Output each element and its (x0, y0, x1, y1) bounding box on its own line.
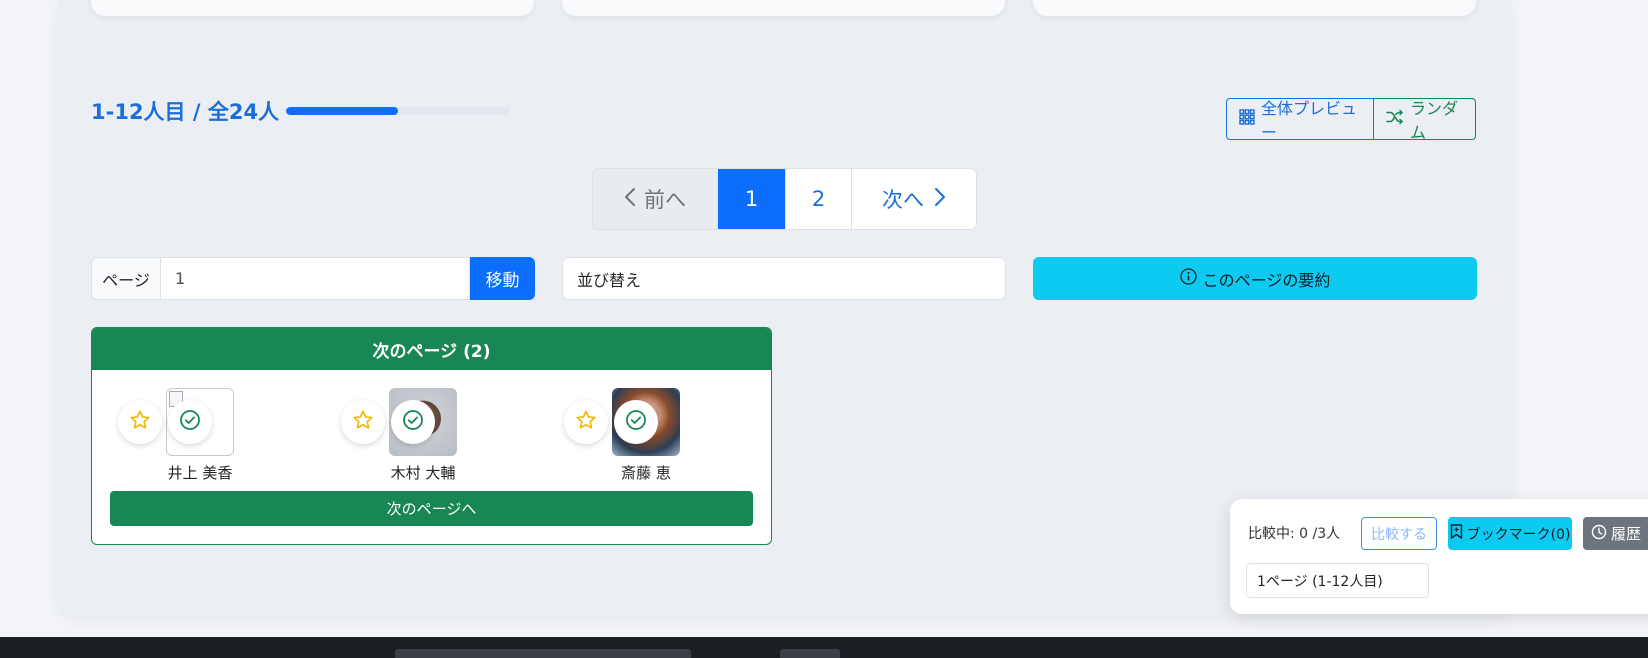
profile-card (562, 0, 1005, 16)
page-summary-label: このページの要約 (1202, 270, 1331, 290)
compare-panel: 比較中: 0 /3人 比較する ブックマーク(0) 履歴 1ページ (1-12人… (1230, 499, 1648, 614)
grid-icon (1239, 109, 1255, 129)
compare-status: 比較中: 0 /3人 (1248, 526, 1341, 542)
person-name: 井上 美香 (167, 464, 233, 482)
next-page-button[interactable]: 次のページへ (110, 491, 753, 526)
favorite-button[interactable] (118, 400, 162, 444)
next-page-card: 次のページ (2) 井上 美香 木村 大輔 斎藤 恵 次のページへ (91, 327, 772, 545)
page-jump-group: ページ 1 移動 (91, 257, 535, 300)
taskbar (0, 637, 1648, 658)
random-button[interactable]: ランダム (1374, 98, 1476, 142)
page-select[interactable]: 1ページ (1-12人目) (1246, 563, 1429, 598)
chevron-left-icon (624, 187, 636, 212)
profile-card (91, 0, 534, 16)
bookmark-icon (1450, 524, 1463, 543)
preview-all-button[interactable]: 全体プレビュー (1226, 98, 1374, 142)
page-progress-bar (286, 107, 510, 115)
profile-card (1033, 0, 1476, 16)
random-label: ランダム (1410, 99, 1459, 142)
history-button[interactable]: 履歴 (1583, 517, 1648, 550)
history-label: 履歴 (1611, 525, 1642, 543)
person-name: 斎藤 恵 (621, 464, 671, 482)
page-jump-input[interactable]: 1 (161, 257, 470, 300)
next-page-person[interactable]: 木村 大輔 (335, 388, 535, 488)
clock-icon (1591, 524, 1607, 544)
taskbar-item[interactable] (395, 649, 691, 658)
favorite-button[interactable] (341, 400, 385, 444)
star-icon (352, 409, 374, 435)
sort-select[interactable]: 並び替え (562, 257, 1006, 300)
star-icon (129, 409, 151, 435)
select-button[interactable] (168, 400, 212, 444)
pagination: 前へ 1 2 次へ (592, 168, 977, 230)
page-jump-button[interactable]: 移動 (470, 257, 535, 300)
star-icon (575, 409, 597, 435)
select-button[interactable] (614, 400, 658, 444)
page-jump-label: ページ (91, 257, 161, 300)
next-page-person[interactable]: 斎藤 恵 (558, 388, 758, 488)
info-icon (1180, 268, 1197, 289)
favorite-button[interactable] (564, 400, 608, 444)
range-indicator: 1-12人目 / 全24人 (91, 100, 280, 124)
compare-button[interactable]: 比較する (1361, 517, 1437, 550)
pagination-prev[interactable]: 前へ (593, 169, 717, 229)
pagination-next[interactable]: 次へ (851, 169, 976, 229)
pagination-next-label: 次へ (882, 188, 924, 212)
shuffle-icon (1386, 109, 1404, 129)
pagination-prev-label: 前へ (644, 188, 686, 212)
taskbar-item[interactable] (780, 649, 840, 658)
pagination-page-2[interactable]: 2 (785, 169, 851, 229)
person-name: 木村 大輔 (390, 464, 456, 482)
select-button[interactable] (391, 400, 435, 444)
preview-all-label: 全体プレビュー (1261, 99, 1358, 142)
pagination-page-1[interactable]: 1 (717, 169, 785, 229)
check-circle-icon (402, 409, 424, 435)
view-button-group: 全体プレビュー ランダム (1226, 98, 1476, 142)
page-summary-button[interactable]: このページの要約 (1033, 257, 1477, 300)
check-circle-icon (625, 409, 647, 435)
bookmark-label: ブックマーク(0) (1466, 526, 1571, 543)
next-page-title: 次のページ (2) (92, 328, 771, 370)
page-progress-fill (286, 107, 398, 115)
chevron-right-icon (934, 187, 946, 212)
check-circle-icon (179, 409, 201, 435)
bookmark-button[interactable]: ブックマーク(0) (1448, 517, 1572, 550)
next-page-person[interactable]: 井上 美香 (112, 388, 312, 488)
